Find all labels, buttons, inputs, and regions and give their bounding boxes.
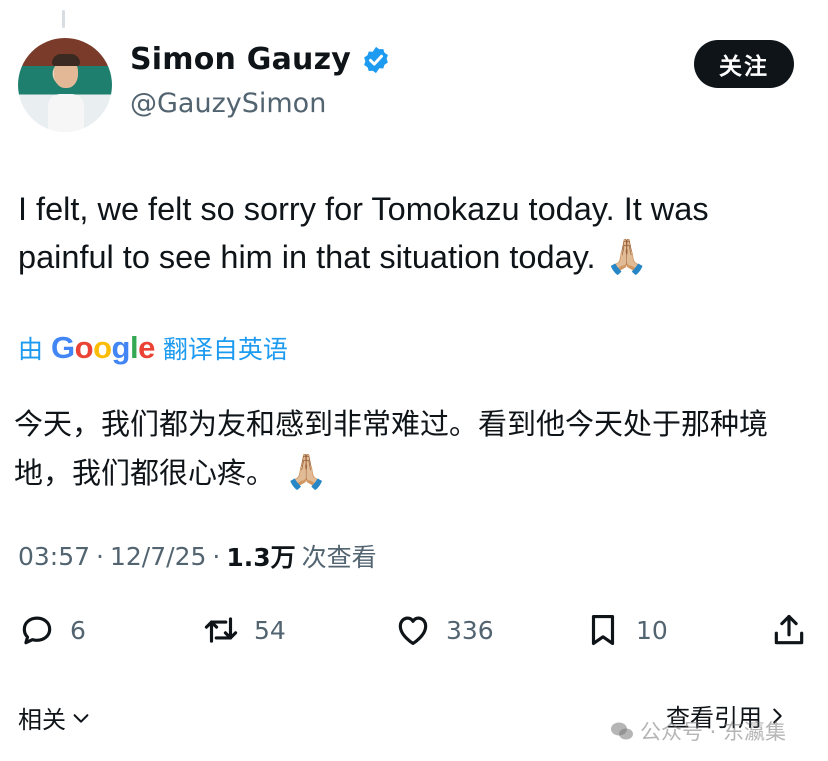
heart-icon <box>398 616 428 646</box>
tweet-text: I felt, we felt so sorry for Tomokazu to… <box>18 185 808 281</box>
bookmark-count: 10 <box>636 615 668 645</box>
avatar-shirt <box>48 94 84 132</box>
translation-attribution[interactable]: 由 Google 翻译自英语 <box>18 330 288 366</box>
translation-prefix: 由 <box>18 335 44 364</box>
bookmark-button[interactable]: 10 <box>584 608 668 652</box>
reply-icon <box>22 616 52 645</box>
translation-suffix: 翻译自英语 <box>162 335 288 364</box>
retweet-icon <box>204 617 238 643</box>
views-count[interactable]: 1.3万 <box>226 538 295 574</box>
like-count: 336 <box>446 615 494 645</box>
thread-connector-line <box>62 10 65 28</box>
wechat-icon <box>611 722 633 740</box>
reply-count: 6 <box>70 615 86 645</box>
display-name[interactable]: Simon Gauzy <box>130 42 351 77</box>
meta-separator: · <box>212 541 221 571</box>
watermark: 公众号 · 东瀛集 <box>610 716 786 746</box>
share-icon <box>774 614 804 645</box>
tweet-time[interactable]: 03:57 <box>18 542 90 571</box>
tweet-body: I felt, we felt so sorry for Tomokazu to… <box>18 191 709 275</box>
avatar-hair <box>52 54 80 66</box>
reply-button[interactable]: 6 <box>18 608 86 652</box>
watermark-text: 公众号 · 东瀛集 <box>640 720 787 744</box>
meta-separator: · <box>96 541 104 571</box>
bookmark-icon <box>591 614 615 646</box>
share-button[interactable] <box>770 608 808 652</box>
like-button[interactable]: 336 <box>394 608 494 652</box>
google-logo: Google <box>51 330 155 365</box>
avatar[interactable] <box>18 38 112 132</box>
translated-text: 今天，我们都为友和感到非常难过。看到他今天处于那种境地，我们都很心疼。 🙏🏼 <box>14 400 814 497</box>
action-bar: 6 54 336 10 <box>18 608 810 652</box>
chevron-down-icon <box>73 713 89 723</box>
retweet-count: 54 <box>254 615 286 645</box>
retweet-button[interactable]: 54 <box>202 608 286 652</box>
user-handle[interactable]: @GauzySimon <box>130 88 326 119</box>
related-dropdown[interactable]: 相关 <box>18 700 92 735</box>
folded-hands-emoji: 🙏🏼 <box>605 238 648 276</box>
tweet-date[interactable]: 12/7/25 <box>110 542 206 571</box>
views-label: 次查看 <box>301 543 377 572</box>
follow-button[interactable]: 关注 <box>694 40 794 88</box>
translated-body: 今天，我们都为友和感到非常难过。看到他今天处于那种境地，我们都很心疼。 <box>14 407 769 490</box>
verified-badge-icon <box>364 46 388 73</box>
display-name-row[interactable]: Simon Gauzy <box>130 42 391 77</box>
folded-hands-emoji-translated: 🙏🏼 <box>285 452 328 492</box>
related-label: 相关 <box>18 706 66 734</box>
tweet-meta: 03:57 · 12/7/25 · 1.3万 次查看 <box>18 538 377 574</box>
